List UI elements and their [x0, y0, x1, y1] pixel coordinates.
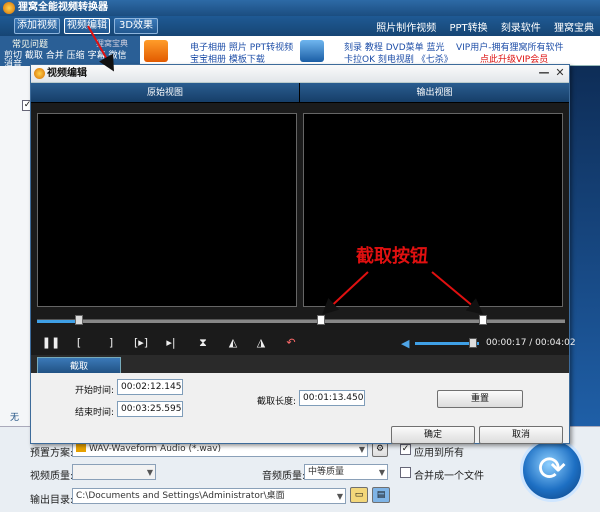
start-time-label: 开始时间: — [75, 386, 115, 396]
output-view-header: 输出视图 — [299, 83, 569, 103]
editor-area: 原始视图 输出视图 ❚❚ [ ] [▸] ▸| ⧗ ◭ ◮ ↶ ◀ 00:00:… — [31, 83, 576, 401]
merge-link[interactable]: 合并 — [46, 51, 64, 61]
play-selection-icon[interactable]: [▸] — [131, 333, 151, 353]
chevron-down-icon: ▼ — [358, 445, 365, 454]
ok-button[interactable]: 确定 — [391, 426, 475, 444]
clip-end-handle[interactable] — [479, 315, 487, 325]
clip-start-handle[interactable] — [317, 315, 325, 325]
time-readout: 00:00:17 / 00:04:02 — [486, 338, 576, 348]
original-video-screen — [37, 113, 297, 307]
reset-button[interactable]: 重置 — [437, 390, 523, 408]
file-list-panel: ✓ 无 — [0, 66, 33, 426]
dialog-logo-icon — [34, 68, 45, 79]
merge-checkbox[interactable] — [400, 467, 411, 478]
chevron-down-icon: ▼ — [336, 492, 343, 501]
volume-icon[interactable]: ◀ — [401, 337, 409, 350]
output-dir-label: 输出目录: — [30, 495, 74, 506]
clip-length-label: 截取长度: — [257, 397, 297, 407]
top-link-ppt[interactable]: PPT转换 — [449, 23, 487, 34]
apply-all-checkbox[interactable]: ✓ — [400, 444, 411, 455]
3d-effect-button[interactable]: 3D效果 — [114, 18, 158, 34]
subtitle-link[interactable]: 字幕 — [88, 51, 106, 61]
merge-label: 合并成一个文件 — [414, 471, 484, 482]
app-title-bar: 狸窝全能视频转换器 — [0, 0, 600, 16]
dialog-title-bar: 视频编辑 — ✕ — [31, 65, 569, 83]
end-time-label: 结束时间: — [75, 408, 115, 418]
chevron-down-icon: ▼ — [146, 468, 153, 477]
timeline-played — [37, 320, 79, 323]
folder-icon: ▭ — [354, 490, 364, 500]
volume-handle[interactable] — [469, 338, 477, 348]
app-title: 狸窝全能视频转换器 — [18, 2, 108, 13]
rotate-right-icon[interactable]: ◮ — [251, 333, 271, 353]
annotation-label: 截取按钮 — [356, 246, 428, 267]
feature-links: 剪切 截取 合并 压缩 字幕 微信 — [4, 48, 126, 61]
close-icon[interactable]: ✕ — [553, 66, 567, 80]
app-logo-icon — [3, 2, 15, 14]
chevron-down-icon: ▼ — [378, 468, 385, 477]
preview-background — [568, 66, 600, 426]
clip-link[interactable]: 截取 — [25, 51, 43, 61]
ad-banner: 常见问题 狸窝宝典 剪切 截取 合并 压缩 字幕 微信 消音 电子相册 照片 P… — [0, 36, 600, 70]
video-edit-dialog: 视频编辑 — ✕ 原始视图 输出视图 ❚❚ [ ] [▸] ▸| ⧗ ◭ ◮ ↶… — [30, 64, 576, 444]
ppt-ad-icon[interactable] — [144, 40, 168, 62]
top-link-burn[interactable]: 刻录软件 — [501, 23, 541, 34]
dvd-ad-icon[interactable] — [300, 40, 324, 62]
edit-tabs: 截取 — [31, 355, 569, 375]
top-link-baodian[interactable]: 狸窝宝典 — [554, 23, 594, 34]
cancel-button[interactable]: 取消 — [479, 426, 563, 444]
mark-out-icon[interactable]: ] — [101, 333, 121, 353]
dialog-title: 视频编辑 — [47, 68, 87, 79]
step-icon[interactable]: ▸| — [161, 333, 181, 353]
mark-in-icon[interactable]: [ — [69, 333, 89, 353]
pause-icon[interactable]: ❚❚ — [41, 333, 61, 353]
preset-label: 预置方案: — [30, 448, 74, 459]
open-folder-icon: ▤ — [376, 490, 386, 500]
top-link-photo-video[interactable]: 照片制作视频 — [376, 23, 436, 34]
top-links: 照片制作视频 PPT转换 刻录软件 狸窝宝典 — [366, 19, 594, 34]
convert-button[interactable]: ⟳ — [520, 438, 584, 502]
apply-all-label: 应用到所有 — [414, 448, 464, 459]
wechat-link[interactable]: 微信 — [108, 51, 126, 61]
output-video-screen — [303, 113, 563, 307]
browse-folder-button[interactable]: ▭ — [350, 487, 368, 503]
add-video-button[interactable]: 添加视频 — [14, 18, 60, 34]
playhead-handle[interactable] — [75, 315, 83, 325]
open-folder-button[interactable]: ▤ — [372, 487, 390, 503]
output-dir-field[interactable]: C:\Documents and Settings\Administrator\… — [72, 488, 346, 504]
video-quality-select[interactable]: ▼ — [72, 464, 156, 480]
minimize-icon[interactable]: — — [537, 66, 551, 80]
compress-link[interactable]: 压缩 — [67, 51, 85, 61]
playback-controls: ❚❚ [ ] [▸] ▸| ⧗ ◭ ◮ ↶ ◀ 00:00:17 / 00:04… — [31, 333, 576, 355]
undo-icon[interactable]: ↶ — [281, 333, 301, 353]
app-toolbar: 添加视频 视频编辑 3D效果 照片制作视频 PPT转换 刻录软件 狸窝宝典 — [0, 16, 600, 36]
clip-length-input[interactable]: 00:01:13.450 — [299, 390, 365, 406]
convert-arrow-icon: ⟳ — [537, 449, 567, 489]
rotate-left-icon[interactable]: ◭ — [223, 333, 243, 353]
video-quality-label: 视频质量: — [30, 471, 74, 482]
audio-quality-select[interactable]: 中等质量 ▼ — [304, 464, 388, 480]
hourglass-icon[interactable]: ⧗ — [193, 333, 213, 353]
audio-quality-label: 音频质量: — [262, 471, 306, 482]
original-view-header: 原始视图 — [31, 83, 299, 103]
quick-links: 常见问题 狸窝宝典 剪切 截取 合并 压缩 字幕 微信 消音 — [0, 36, 140, 70]
video-edit-button[interactable]: 视频编辑 — [64, 18, 110, 34]
side-label: 无 — [10, 413, 20, 423]
start-time-input[interactable]: 00:02:12.145 — [117, 379, 183, 395]
end-time-input[interactable]: 00:03:25.595 — [117, 401, 183, 417]
